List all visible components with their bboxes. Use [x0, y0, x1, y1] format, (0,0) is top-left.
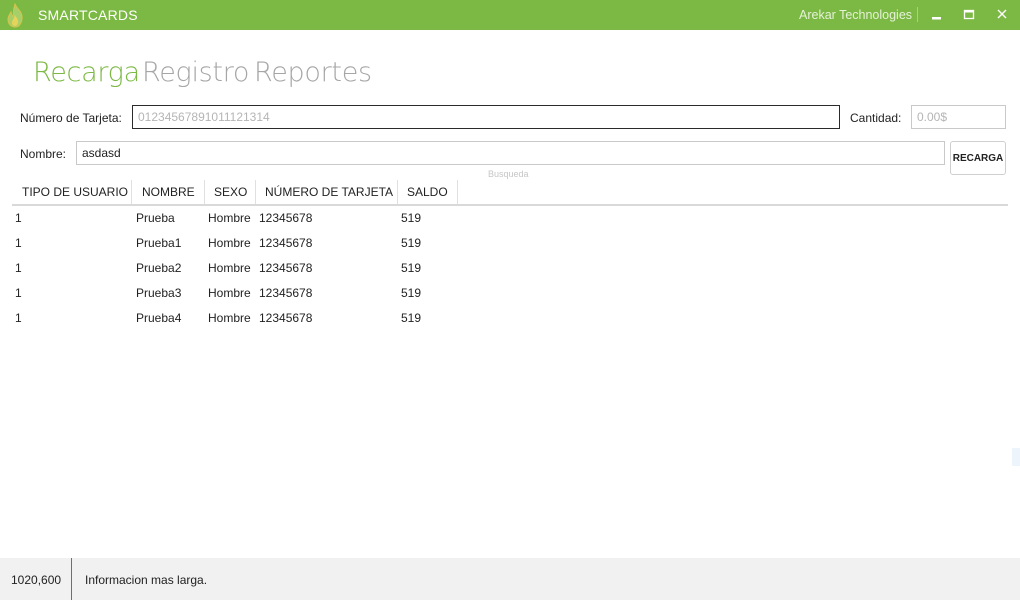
- column-header-user-type[interactable]: TIPO DE USUARIO: [12, 180, 132, 204]
- cell-sex: Hombre: [208, 261, 251, 275]
- search-hint: Busqueda: [488, 169, 529, 179]
- cell-user-type: 1: [15, 211, 22, 225]
- cell-user-type: 1: [15, 236, 22, 250]
- cell-card-number: 12345678: [259, 236, 313, 250]
- window-size-readout: 1020,600: [11, 573, 62, 587]
- flame-icon: [7, 3, 23, 28]
- minimize-icon: [932, 17, 941, 20]
- cell-balance: 519: [401, 311, 422, 325]
- card-number-input[interactable]: [132, 105, 840, 129]
- cell-card-number: 12345678: [259, 286, 313, 300]
- app-title: SMARTCARDS: [38, 7, 138, 23]
- status-bar: 1020,600 Informacion mas larga.: [0, 558, 1020, 600]
- recharge-button[interactable]: RECARGA: [950, 141, 1006, 175]
- cell-card-number: 12345678: [259, 261, 313, 275]
- table-header: TIPO DE USUARIO NOMBRE SEXO NÚMERO DE TA…: [12, 180, 1008, 206]
- cell-balance: 519: [401, 261, 422, 275]
- status-divider: [71, 558, 72, 600]
- cell-user-type: 1: [15, 261, 22, 275]
- maximize-icon: [963, 9, 975, 20]
- card-number-label: Número de Tarjeta:: [20, 111, 122, 125]
- column-header-sex[interactable]: SEXO: [205, 180, 256, 204]
- status-message: Informacion mas larga.: [85, 573, 208, 587]
- amount-label: Cantidad:: [850, 111, 902, 125]
- amount-input[interactable]: [911, 105, 1006, 129]
- cell-balance: 519: [401, 286, 422, 300]
- title-bar-divider: [917, 7, 918, 22]
- column-header-name[interactable]: NOMBRE: [133, 180, 205, 204]
- minimize-button[interactable]: [925, 0, 949, 30]
- table-row[interactable]: 1 Prueba3 Hombre 12345678 519: [12, 281, 1008, 306]
- company-name: Arekar Technologies: [799, 8, 913, 22]
- table-row[interactable]: 1 Prueba Hombre 12345678 519: [12, 206, 1008, 231]
- cell-name: Prueba3: [136, 286, 182, 300]
- column-header-balance[interactable]: SALDO: [398, 180, 458, 204]
- cell-name: Prueba: [136, 211, 175, 225]
- maximize-button[interactable]: [957, 0, 981, 30]
- table-row[interactable]: 1 Prueba2 Hombre 12345678 519: [12, 256, 1008, 281]
- cell-user-type: 1: [15, 286, 22, 300]
- cell-name: Prueba2: [136, 261, 182, 275]
- users-table[interactable]: TIPO DE USUARIO NOMBRE SEXO NÚMERO DE TA…: [12, 180, 1008, 331]
- cell-sex: Hombre: [208, 286, 251, 300]
- close-icon: [997, 9, 1007, 19]
- table-row[interactable]: 1 Prueba1 Hombre 12345678 519: [12, 231, 1008, 256]
- cell-sex: Hombre: [208, 211, 251, 225]
- column-header-card-number[interactable]: NÚMERO DE TARJETA: [256, 180, 398, 204]
- close-button[interactable]: [990, 0, 1014, 30]
- tab-recarga[interactable]: Recarga: [33, 57, 140, 88]
- cell-balance: 519: [401, 236, 422, 250]
- name-label: Nombre:: [20, 147, 67, 161]
- scrollbar-thumb[interactable]: [1012, 448, 1020, 466]
- cell-balance: 519: [401, 211, 422, 225]
- tab-registro[interactable]: Registro: [142, 57, 249, 88]
- title-bar[interactable]: SMARTCARDS Arekar Technologies: [0, 0, 1020, 30]
- table-body: 1 Prueba Hombre 12345678 519 1 Prueba1 Hombre 12…: [12, 206, 1008, 331]
- cell-name: Prueba4: [136, 311, 182, 325]
- cell-sex: Hombre: [208, 311, 251, 325]
- cell-card-number: 12345678: [259, 311, 313, 325]
- cell-user-type: 1: [15, 311, 22, 325]
- tab-reportes[interactable]: Reportes: [254, 57, 372, 88]
- name-search-input[interactable]: [76, 141, 945, 165]
- table-row[interactable]: 1 Prueba4 Hombre 12345678 519: [12, 306, 1008, 331]
- cell-card-number: 12345678: [259, 211, 313, 225]
- cell-name: Prueba1: [136, 236, 182, 250]
- cell-sex: Hombre: [208, 236, 251, 250]
